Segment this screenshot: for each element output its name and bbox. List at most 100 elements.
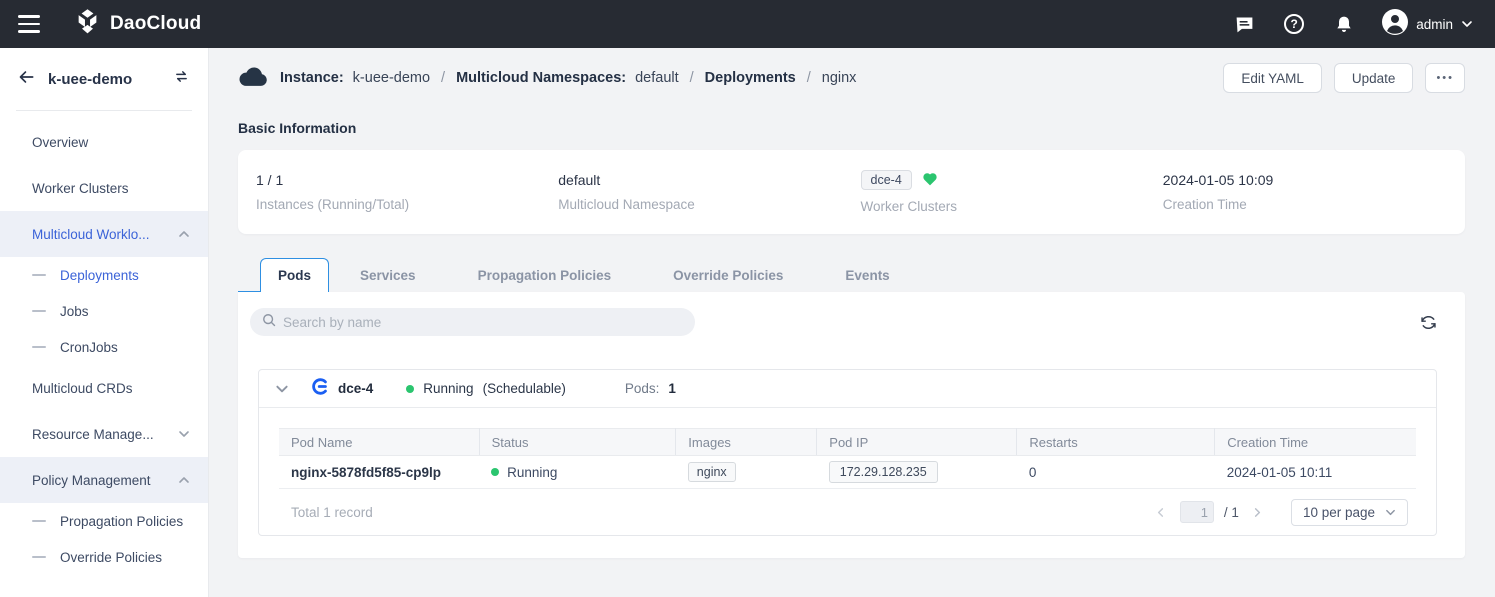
table-header-row: Pod Name Status Images Pod IP Restarts C…	[279, 429, 1416, 456]
sidebar-item-deployments[interactable]: Deployments	[0, 257, 208, 293]
prev-page-icon[interactable]	[1152, 503, 1170, 521]
dash-icon	[32, 274, 46, 276]
sidebar-group-multicloud-workloads[interactable]: Multicloud Worklo...	[0, 211, 208, 257]
tab-pods[interactable]: Pods	[260, 258, 329, 292]
col-status: Status	[479, 429, 676, 456]
cluster-card: dce-4 Running (Schedulable) Pods: 1 Pod N…	[258, 369, 1437, 536]
dce-cluster-logo-icon	[312, 378, 329, 400]
sidebar-item-cronjobs[interactable]: CronJobs	[0, 329, 208, 365]
pagination: / 1 10 per page	[1152, 499, 1408, 526]
search-icon	[262, 313, 276, 332]
pods-panel: dce-4 Running (Schedulable) Pods: 1 Pod N…	[238, 292, 1465, 558]
brand: DaoCloud	[74, 8, 201, 40]
breadcrumb-namespace-value[interactable]: default	[635, 70, 679, 86]
breadcrumb-deployments[interactable]: Deployments	[705, 70, 796, 86]
cluster-schedulable: (Schedulable)	[483, 381, 566, 396]
info-field-worker-clusters: dce-4 Worker Clusters	[861, 170, 1163, 214]
breadcrumb-namespaces-label: Multicloud Namespaces:	[456, 70, 626, 86]
pod-restarts: 0	[1017, 456, 1215, 489]
page-total: / 1	[1224, 505, 1239, 520]
sidebar-item-jobs[interactable]: Jobs	[0, 293, 208, 329]
info-field-instances: 1 / 1 Instances (Running/Total)	[256, 172, 558, 212]
pod-creation-time: 2024-01-05 10:11	[1215, 456, 1416, 489]
sidebar-group-resource-management[interactable]: Resource Manage...	[0, 411, 208, 457]
help-icon[interactable]: ?	[1282, 12, 1306, 36]
chevron-up-icon	[178, 474, 190, 486]
page-size-select[interactable]: 10 per page	[1291, 499, 1408, 526]
user-name: admin	[1416, 17, 1453, 32]
pods-count-label: Pods:	[625, 381, 660, 396]
worker-cluster-tag[interactable]: dce-4	[861, 170, 912, 190]
refresh-icon[interactable]	[1417, 311, 1439, 333]
total-records: Total 1 record	[291, 505, 373, 520]
info-field-namespace: default Multicloud Namespace	[558, 172, 860, 212]
back-icon[interactable]	[16, 68, 34, 91]
menu-icon[interactable]	[18, 15, 42, 33]
breadcrumb-instance-value[interactable]: k-uee-demo	[353, 70, 430, 86]
pod-name-link[interactable]: nginx-5878fd5f85-cp9lp	[279, 456, 479, 489]
chevron-down-icon	[1461, 18, 1473, 30]
tab-propagation-policies[interactable]: Propagation Policies	[447, 259, 643, 292]
col-pod-name: Pod Name	[279, 429, 479, 456]
cloud-icon	[238, 66, 268, 91]
pod-status: Running	[507, 465, 557, 480]
user-menu[interactable]: admin	[1382, 9, 1473, 40]
info-field-creation-time: 2024-01-05 10:09 Creation Time	[1163, 172, 1465, 212]
tab-override-policies[interactable]: Override Policies	[642, 259, 814, 292]
chevron-up-icon	[178, 228, 190, 240]
col-images: Images	[676, 429, 817, 456]
cluster-card-header[interactable]: dce-4 Running (Schedulable) Pods: 1	[259, 370, 1436, 408]
sidebar-item-override-policies[interactable]: Override Policies	[0, 539, 208, 575]
sidebar-item-worker-clusters[interactable]: Worker Clusters	[0, 165, 208, 211]
status-dot-icon	[406, 385, 414, 393]
tab-services[interactable]: Services	[329, 259, 447, 292]
breadcrumb: Instance: k-uee-demo / Multicloud Namesp…	[238, 66, 856, 91]
basic-information-title: Basic Information	[238, 120, 1465, 136]
update-button[interactable]: Update	[1334, 63, 1414, 93]
dash-icon	[32, 520, 46, 522]
chevron-down-icon	[1385, 507, 1396, 518]
heart-icon	[922, 172, 938, 189]
collapse-chevron-icon[interactable]	[275, 382, 289, 396]
col-pod-ip: Pod IP	[817, 429, 1017, 456]
chevron-down-icon	[178, 428, 190, 440]
status-dot-icon	[491, 468, 499, 476]
notifications-icon[interactable]	[1332, 12, 1356, 36]
col-creation-time: Creation Time	[1215, 429, 1416, 456]
pods-count-value: 1	[668, 381, 676, 396]
daocloud-logo-icon	[74, 8, 101, 40]
image-chip[interactable]: nginx	[688, 462, 736, 482]
sidebar-group-policy-management[interactable]: Policy Management	[0, 457, 208, 503]
edit-yaml-button[interactable]: Edit YAML	[1223, 63, 1322, 93]
tab-events[interactable]: Events	[814, 259, 920, 292]
cluster-status: Running	[423, 381, 473, 396]
cluster-name: dce-4	[338, 381, 373, 396]
dash-icon	[32, 556, 46, 558]
brand-name: DaoCloud	[110, 13, 201, 35]
table-row: nginx-5878fd5f85-cp9lp Running nginx 172…	[279, 456, 1416, 489]
tab-bar: Pods Services Propagation Policies Overr…	[238, 258, 1465, 292]
search-box[interactable]	[250, 308, 695, 336]
page-number-input[interactable]	[1180, 501, 1214, 523]
avatar	[1382, 9, 1408, 40]
breadcrumb-resource: nginx	[822, 70, 857, 86]
dash-icon	[32, 310, 46, 312]
search-input[interactable]	[283, 315, 683, 330]
switch-instance-icon[interactable]	[173, 68, 190, 90]
main-content: Instance: k-uee-demo / Multicloud Namesp…	[209, 48, 1495, 597]
more-actions-button[interactable]: •••	[1425, 63, 1465, 93]
sidebar-item-propagation-policies[interactable]: Propagation Policies	[0, 503, 208, 539]
sidebar-item-overview[interactable]: Overview	[0, 119, 208, 165]
sidebar-item-multicloud-crds[interactable]: Multicloud CRDs	[0, 365, 208, 411]
col-restarts: Restarts	[1017, 429, 1215, 456]
messages-icon[interactable]	[1232, 12, 1256, 36]
cluster-instance-title: k-uee-demo	[48, 71, 159, 88]
sidebar: k-uee-demo Overview Worker Clusters Mult…	[0, 48, 209, 597]
topbar: DaoCloud ? admin	[0, 0, 1495, 48]
breadcrumb-instance-label: Instance:	[280, 70, 344, 86]
next-page-icon[interactable]	[1249, 503, 1267, 521]
pods-table: Pod Name Status Images Pod IP Restarts C…	[279, 428, 1416, 489]
basic-information-card: 1 / 1 Instances (Running/Total) default …	[238, 150, 1465, 234]
dash-icon	[32, 346, 46, 348]
pod-ip-chip[interactable]: 172.29.128.235	[829, 461, 938, 483]
